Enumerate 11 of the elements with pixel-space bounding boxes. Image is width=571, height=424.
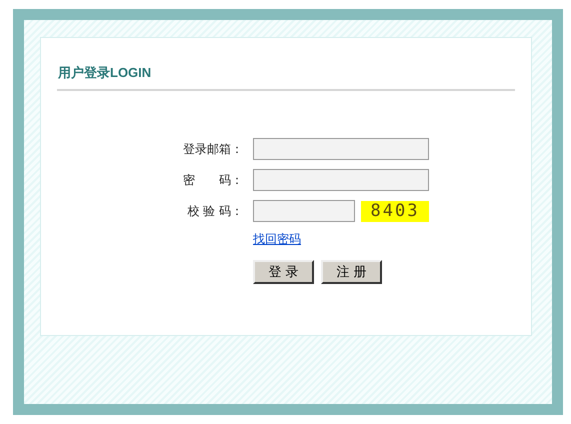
captcha-input[interactable]: [253, 200, 355, 222]
field-label: 登录邮箱：: [183, 140, 243, 158]
email-input[interactable]: [253, 138, 429, 160]
password-input[interactable]: [253, 169, 429, 191]
field-label: 校 验 码：: [187, 202, 243, 220]
field-label: 密 码：: [183, 172, 243, 188]
login-title: 用户登录LOGIN: [58, 64, 152, 82]
register-button[interactable]: 注 册: [321, 260, 382, 284]
login-button[interactable]: 登 录: [253, 260, 314, 284]
captcha-image[interactable]: 8403: [361, 200, 429, 222]
forgot-password-link[interactable]: 找回密码: [253, 231, 301, 248]
